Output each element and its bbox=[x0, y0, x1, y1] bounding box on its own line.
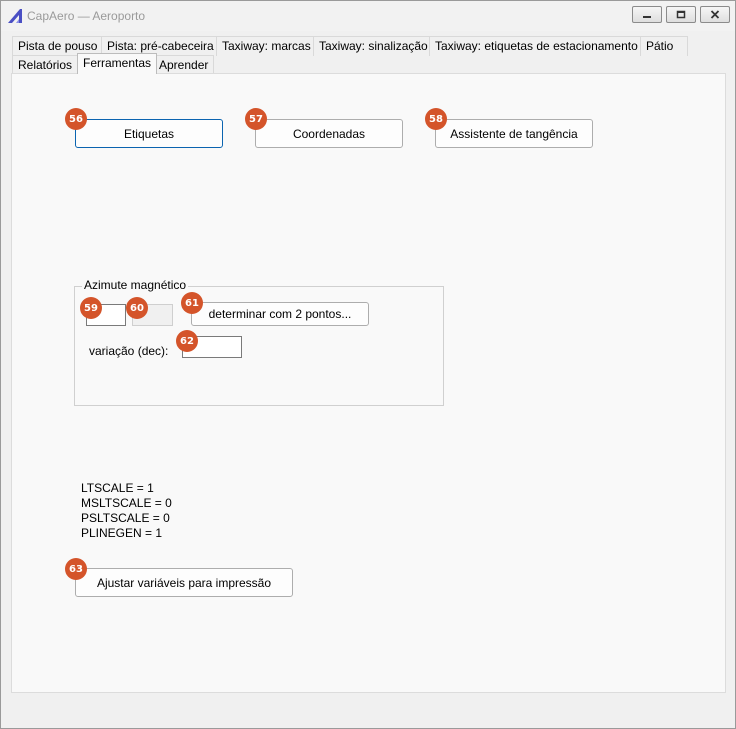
variable-line: MSLTSCALE = 0 bbox=[81, 496, 172, 510]
maximize-icon bbox=[676, 10, 686, 19]
tab-label: Pista de pouso bbox=[18, 39, 98, 53]
marker-badge: 60 bbox=[126, 297, 148, 319]
variable-line: LTSCALE = 1 bbox=[81, 481, 154, 495]
title-bar: CapAero — Aeroporto bbox=[1, 1, 735, 31]
variation-label: variação (dec): bbox=[89, 344, 169, 358]
variable-line: PSLTSCALE = 0 bbox=[81, 511, 170, 525]
marker-badge: 56 bbox=[65, 108, 87, 130]
maximize-button[interactable] bbox=[666, 6, 696, 23]
window-title: CapAero — Aeroporto bbox=[27, 9, 146, 23]
app-window: CapAero — Aeroporto Pista de pouso Pista… bbox=[0, 0, 736, 729]
tab-relatorios[interactable]: Relatórios bbox=[12, 55, 79, 75]
marker-badge: 62 bbox=[176, 330, 198, 352]
minimize-button[interactable] bbox=[632, 6, 662, 23]
app-logo-icon bbox=[7, 8, 23, 24]
marker-badge: 57 bbox=[245, 108, 267, 130]
tab-label: Pista: pré-cabeceira bbox=[107, 39, 214, 53]
marker-badge: 59 bbox=[80, 297, 102, 319]
marker-badge: 58 bbox=[425, 108, 447, 130]
tab-taxiway-marcas[interactable]: Taxiway: marcas bbox=[216, 36, 317, 56]
tab-patio[interactable]: Pátio bbox=[640, 36, 688, 56]
coordinates-button[interactable]: Coordenadas bbox=[255, 119, 403, 148]
tangent-assistant-button[interactable]: Assistente de tangência bbox=[435, 119, 593, 148]
tab-taxiway-etiquetas[interactable]: Taxiway: etiquetas de estacionamento bbox=[429, 36, 644, 56]
labels-button[interactable]: Etiquetas bbox=[75, 119, 223, 148]
tab-label: Ferramentas bbox=[83, 56, 152, 70]
tab-aprender[interactable]: Aprender bbox=[153, 55, 215, 75]
minimize-icon bbox=[642, 11, 652, 19]
tab-label: Taxiway: marcas bbox=[222, 39, 311, 53]
tab-ferramentas[interactable]: Ferramentas bbox=[77, 53, 158, 74]
tab-taxiway-sinalizacao[interactable]: Taxiway: sinalização bbox=[313, 36, 434, 56]
marker-badge: 63 bbox=[65, 558, 87, 580]
close-button[interactable] bbox=[700, 6, 730, 23]
tab-label: Taxiway: etiquetas de estacionamento bbox=[435, 39, 638, 53]
tab-label: Pátio bbox=[646, 39, 674, 53]
tab-label: Taxiway: sinalização bbox=[319, 39, 428, 53]
tab-label: Aprender bbox=[159, 58, 209, 72]
variable-line: PLINEGEN = 1 bbox=[81, 526, 163, 540]
group-title: Azimute magnético bbox=[82, 278, 189, 292]
adjust-print-variables-button[interactable]: Ajustar variáveis para impressão bbox=[75, 568, 293, 597]
close-icon bbox=[710, 10, 720, 19]
marker-badge: 61 bbox=[181, 292, 203, 314]
tab-label: Relatórios bbox=[18, 58, 73, 72]
determine-two-points-button[interactable]: determinar com 2 pontos... bbox=[191, 302, 369, 326]
